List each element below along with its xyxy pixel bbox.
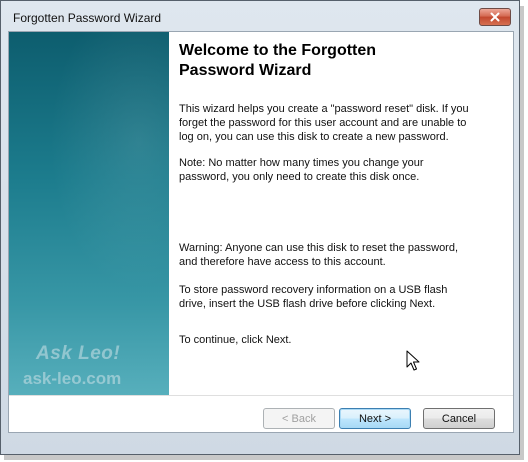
wizard-heading: Welcome to the Forgotten Password Wizard [179,42,377,79]
note-paragraph: Note: No matter how many times you chang… [179,157,424,183]
back-button[interactable]: < Back [263,408,335,429]
wizard-side-banner: Ask Leo! ask-leo.com [9,32,169,395]
close-icon [490,12,500,22]
mouse-cursor-icon [406,350,420,371]
next-button[interactable]: Next > [339,408,411,429]
watermark-url: ask-leo.com [23,369,122,388]
continue-paragraph: To continue, click Next. [179,334,292,346]
close-button[interactable] [479,8,511,26]
intro-paragraph: This wizard helps you create a "password… [179,103,469,143]
warning-paragraph: Warning: Anyone can use this disk to res… [179,242,459,268]
wizard-window: Forgotten Password Wizard Ask Leo! ask-l… [0,0,520,455]
watermark-logo: Ask Leo! [36,343,121,364]
usb-paragraph: To store password recovery information o… [179,284,448,310]
footer-divider [9,395,513,396]
cancel-button[interactable]: Cancel [423,408,495,429]
title-bar[interactable]: Forgotten Password Wizard [1,1,519,31]
window-title: Forgotten Password Wizard [13,11,162,25]
wizard-client-area: Ask Leo! ask-leo.com Welcome to the Forg… [8,31,514,433]
